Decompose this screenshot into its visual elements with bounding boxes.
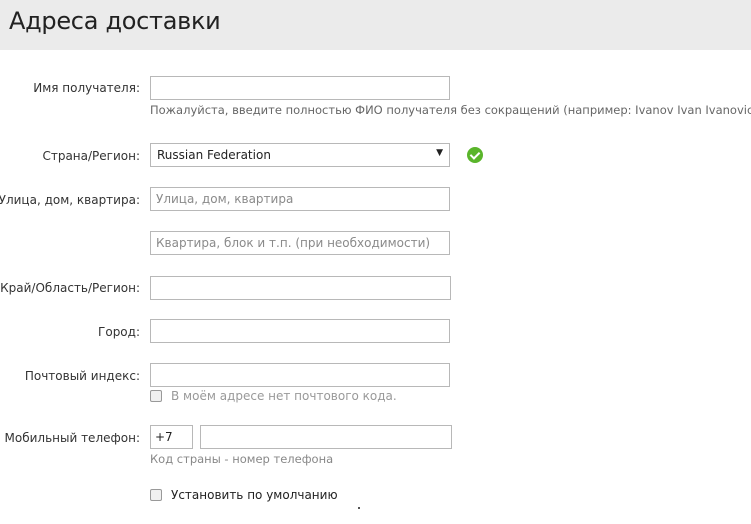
valid-check-icon — [467, 147, 483, 163]
set-default-checkbox[interactable] — [150, 489, 162, 501]
no-postal-checkbox[interactable] — [150, 390, 162, 402]
page-header: Адреса доставки — [0, 0, 751, 50]
region-label: Край/Область/Регион: — [0, 281, 140, 295]
phone-hint: Код страны - номер телефона — [150, 452, 334, 466]
recipient-hint: Пожалуйста, введите полностью ФИО получа… — [150, 103, 751, 117]
recipient-name-input[interactable] — [150, 76, 450, 100]
city-label: Город: — [98, 325, 140, 339]
street-input[interactable] — [150, 187, 450, 211]
country-selected-value: Russian Federation — [157, 148, 271, 162]
recipient-label: Имя получателя: — [33, 81, 140, 95]
apartment-input[interactable] — [150, 231, 450, 255]
dropdown-arrow-icon: ▼ — [436, 148, 443, 158]
region-input[interactable] — [150, 276, 451, 300]
street-label: Улица, дом, квартира: — [0, 193, 140, 207]
no-postal-label: В моём адресе нет почтового кода. — [171, 389, 397, 403]
country-label: Страна/Регион: — [42, 149, 140, 163]
country-select[interactable]: Russian Federation ▼ — [150, 143, 450, 167]
phone-label: Мобильный телефон: — [4, 431, 141, 445]
postal-code-input[interactable] — [150, 363, 450, 387]
postal-label: Почтовый индекс: — [24, 369, 140, 383]
separator-dot — [358, 507, 360, 509]
city-input[interactable] — [150, 319, 450, 343]
set-default-label: Установить по умолчанию — [171, 488, 338, 502]
phone-country-code-input[interactable]: +7 — [150, 425, 193, 449]
page-title: Адреса доставки — [9, 7, 221, 35]
phone-number-input[interactable] — [200, 425, 452, 449]
